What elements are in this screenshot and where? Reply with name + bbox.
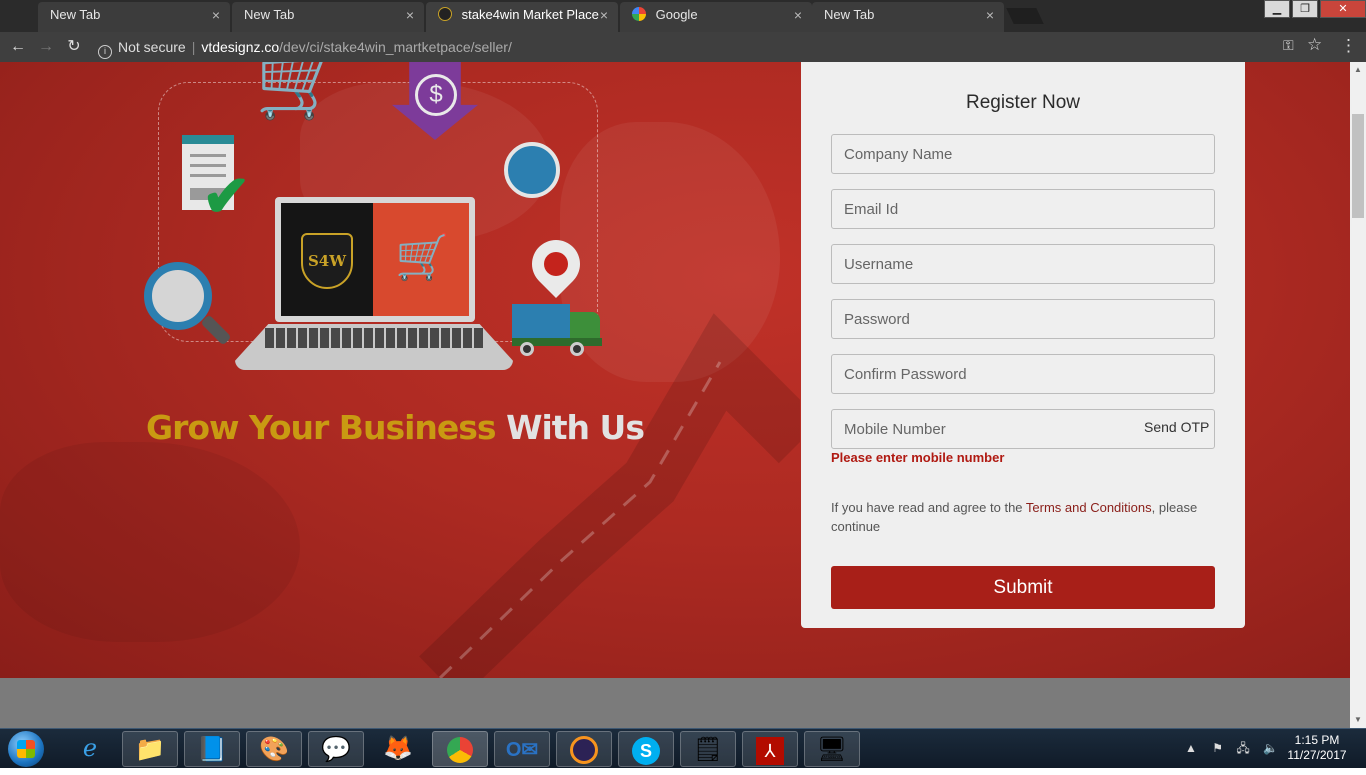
scroll-up-arrow-icon[interactable]: ▲ [1350, 62, 1366, 78]
omnibox-separator: | [191, 39, 196, 55]
volume-icon[interactable]: 🔈 [1263, 741, 1278, 755]
clock-date: 11/27/2017 [1287, 748, 1347, 762]
tab-google[interactable]: Google × [620, 2, 812, 32]
hero-tagline: Grow Your Business With Us [146, 408, 645, 447]
globe-icon [504, 142, 560, 198]
url-host: vtdesignz.co [201, 39, 280, 55]
submit-button[interactable]: Submit [831, 566, 1215, 609]
scroll-down-arrow-icon[interactable]: ▼ [1350, 712, 1366, 728]
register-card: Register Now Send OTP Please enter mobil… [801, 62, 1245, 628]
file-explorer-icon[interactable]: 📁 [122, 731, 178, 767]
security-label: Not secure [118, 39, 186, 55]
network-icon[interactable]: 🖧 [1236, 741, 1249, 755]
window-controls: ▁ ❐ ✕ [1262, 0, 1366, 20]
tray-expand-icon[interactable]: ▲ [1185, 741, 1197, 755]
checkmark-icon: ✔ [202, 164, 251, 229]
address-bar[interactable]: i Not secure | vtdesignz.co/dev/ci/stake4wi… [94, 35, 1334, 59]
tab-title: New Tab [244, 7, 295, 22]
page-viewport: 🛒 $ ✔ S4W 🛒 Grow Your Business With Us R… [0, 62, 1350, 728]
remote-desktop-icon[interactable]: 🖥 [804, 731, 860, 767]
reload-icon[interactable]: ↻ [64, 37, 84, 57]
clock-time: 1:15 PM [1294, 733, 1340, 747]
close-icon[interactable]: × [212, 2, 220, 28]
page-scrollbar[interactable]: ▲ ▼ [1350, 62, 1366, 728]
skype-icon[interactable]: S [618, 731, 674, 767]
stake4win-favicon-icon [438, 7, 452, 21]
acrobat-icon[interactable]: ⅄ [742, 731, 798, 767]
key-icon[interactable]: ⚿ [1283, 37, 1294, 54]
laptop-icon: S4W 🛒 [275, 197, 475, 322]
confirm-password-field[interactable] [831, 354, 1215, 394]
username-field[interactable] [831, 244, 1215, 284]
password-field[interactable] [831, 299, 1215, 339]
minimize-icon[interactable]: ▁ [1264, 0, 1290, 18]
laptop-screen-right: 🛒 [373, 203, 469, 316]
firefox-icon[interactable]: 🦊 [370, 731, 426, 767]
taskbar-clock[interactable]: 1:15 PM 11/27/2017 [1282, 733, 1352, 763]
tab-new-tab-1[interactable]: New Tab × [38, 2, 230, 32]
windows-logo-icon [17, 740, 35, 758]
sticky-notes-icon[interactable]: 🗒 [680, 731, 736, 767]
laptop-screen-left: S4W [281, 203, 373, 316]
page-footer-area [0, 678, 1350, 728]
outlook-icon[interactable]: O✉ [494, 731, 550, 767]
browser-toolbar: ← → ↻ i Not secure | vtdesignz.co/dev/ci/st… [0, 32, 1366, 62]
wheel-icon [520, 342, 534, 356]
close-icon[interactable]: × [794, 2, 802, 28]
windows-taskbar: ℯ 📁 📘 🎨 💬 🦊 O✉ S 🗒 ⅄ 🖥 ▲ ⚑ 🖧 🔈 1:15 PM 1… [0, 728, 1366, 768]
s4w-logo-icon: S4W [301, 233, 353, 289]
tab-new-tab-3[interactable]: New Tab × [812, 2, 1004, 32]
ecommerce-illustration: 🛒 $ ✔ S4W 🛒 [140, 62, 620, 392]
start-button[interactable] [8, 731, 44, 767]
location-pin-dot [544, 252, 568, 276]
tab-new-tab-2[interactable]: New Tab × [232, 2, 424, 32]
truck-icon [512, 304, 570, 340]
forward-arrow-icon[interactable]: → [36, 37, 56, 57]
menu-kebab-icon[interactable]: ⋮ [1340, 36, 1357, 56]
action-center-icon[interactable]: ⚑ [1212, 741, 1223, 755]
chat-icon[interactable]: 💬 [308, 731, 364, 767]
company-name-field[interactable] [831, 134, 1215, 174]
laptop-keys [265, 328, 483, 348]
send-otp-button[interactable]: Send OTP [1144, 419, 1209, 435]
paint-icon[interactable]: 🎨 [246, 731, 302, 767]
tagline-gold: Grow Your Business [146, 408, 497, 447]
close-icon[interactable]: × [986, 2, 994, 28]
tab-stake4win[interactable]: stake4win Market Place × [426, 2, 618, 32]
maximize-icon[interactable]: ❐ [1292, 0, 1318, 18]
notepad-icon[interactable]: 📘 [184, 731, 240, 767]
bookmark-star-icon[interactable]: ☆ [1307, 35, 1322, 55]
system-tray: ▲ ⚑ 🖧 🔈 [1185, 739, 1278, 760]
new-tab-button[interactable] [1006, 8, 1044, 24]
dollar-icon: $ [415, 74, 457, 116]
terms-text: If you have read and agree to the Terms … [831, 498, 1221, 536]
close-icon[interactable]: × [406, 2, 414, 28]
back-arrow-icon[interactable]: ← [8, 37, 28, 57]
shopping-cart-icon: 🛒 [255, 62, 343, 121]
hero-section: 🛒 $ ✔ S4W 🛒 Grow Your Business With Us R… [0, 62, 1350, 678]
tab-title: Google [655, 7, 698, 22]
tab-title: New Tab [50, 7, 101, 22]
wheel-icon [570, 342, 584, 356]
register-title: Register Now [965, 92, 1081, 113]
close-icon[interactable]: × [600, 2, 608, 28]
chrome-icon[interactable] [432, 731, 488, 767]
cart-icon: 🛒 [395, 233, 450, 282]
internet-explorer-icon[interactable]: ℯ [62, 731, 118, 767]
tagline-light: With Us [506, 408, 645, 447]
close-window-icon[interactable]: ✕ [1320, 0, 1366, 18]
browser-tab-strip: New Tab × New Tab × stake4win Market Pla… [0, 0, 1366, 32]
eclipse-icon[interactable] [556, 731, 612, 767]
tab-title: stake4win Market Place [461, 7, 599, 22]
terms-prefix: If you have read and agree to the [831, 500, 1026, 515]
terms-link[interactable]: Terms and Conditions [1026, 500, 1152, 515]
info-icon[interactable]: i [98, 45, 112, 59]
url-path: /dev/ci/stake4win_martketpace/seller/ [279, 39, 512, 55]
truck-cab [570, 312, 600, 340]
google-favicon-icon [632, 7, 646, 21]
mobile-error-message: Please enter mobile number [831, 450, 1005, 465]
email-field[interactable] [831, 189, 1215, 229]
scroll-thumb[interactable] [1352, 114, 1364, 218]
tab-title: New Tab [824, 7, 875, 22]
